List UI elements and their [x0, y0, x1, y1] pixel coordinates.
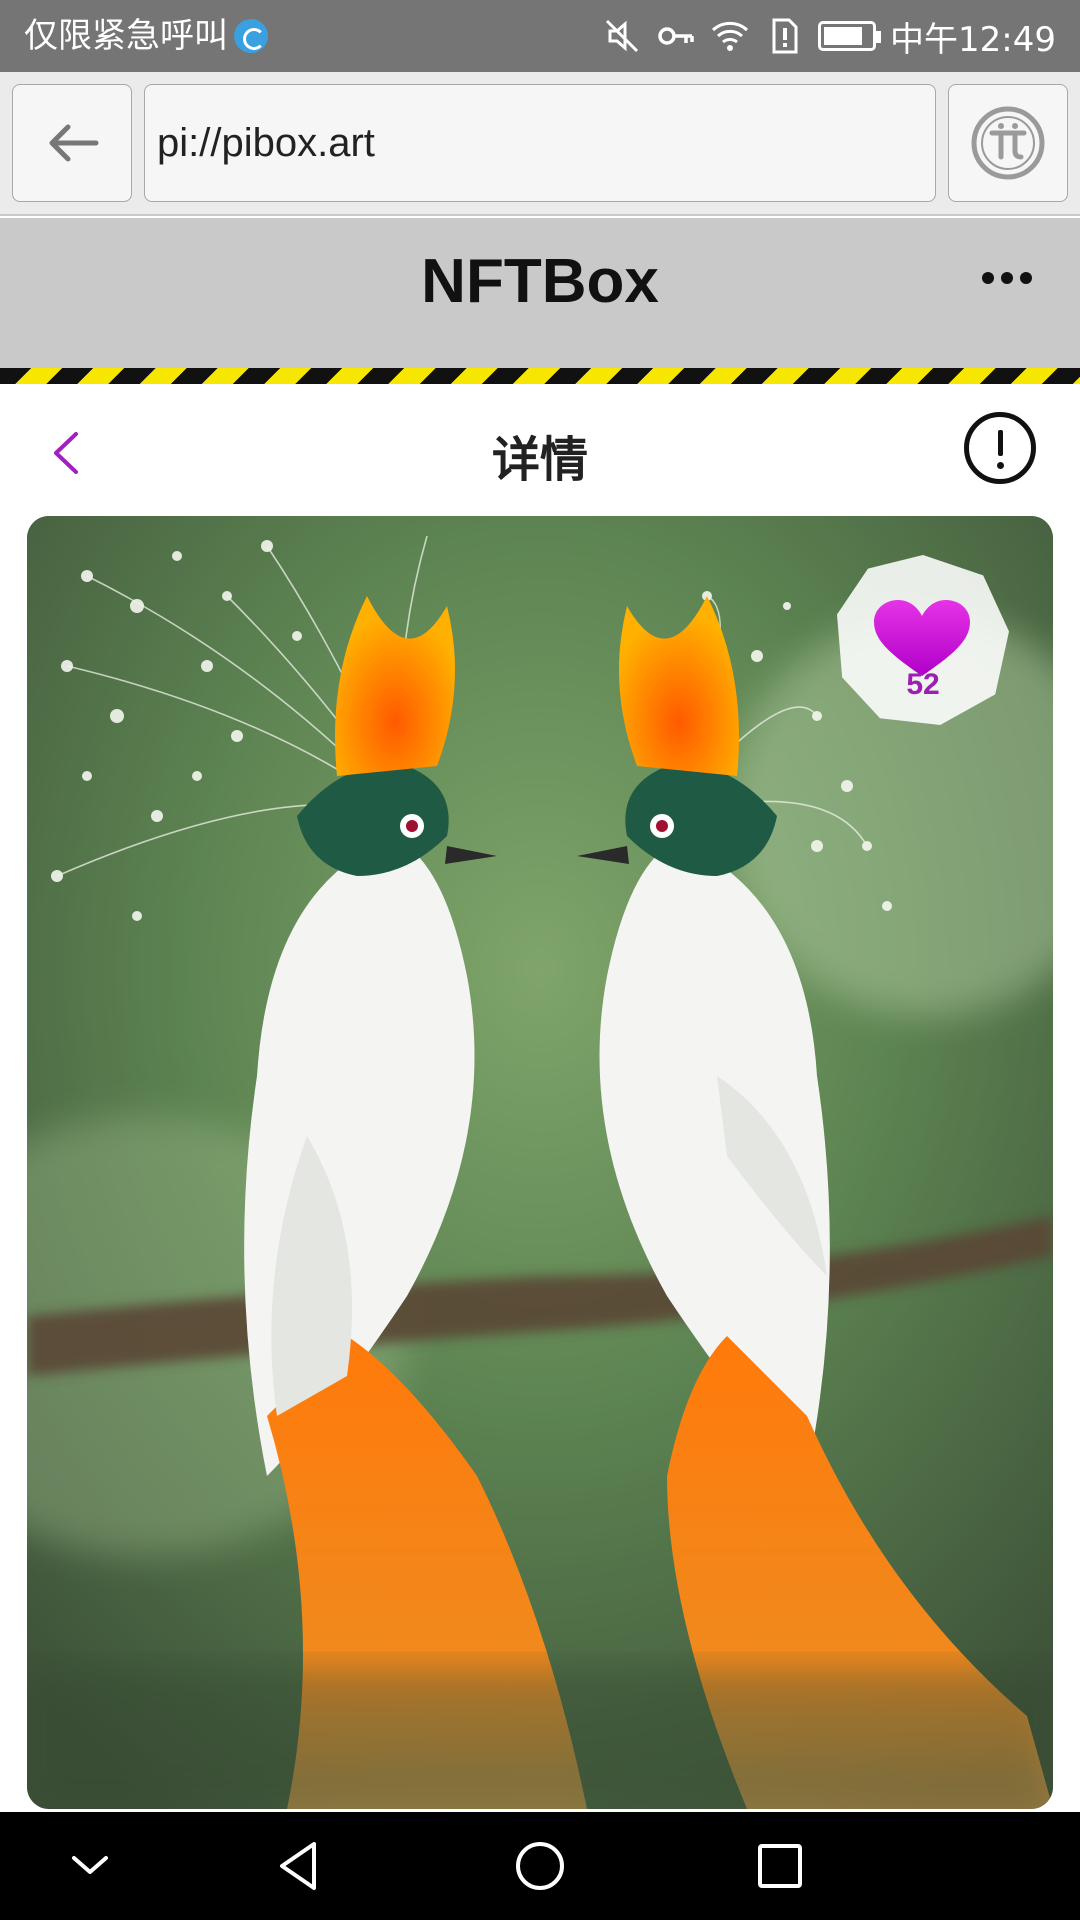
hazard-stripe-divider [0, 368, 1080, 384]
page-title: 详情 [491, 432, 588, 488]
url-field[interactable]: pi://pibox.art [144, 84, 936, 202]
sim-alert-icon [772, 18, 798, 54]
mute-icon [605, 19, 639, 53]
system-navigation-bar [0, 1812, 1080, 1920]
exclamation-circle-icon[interactable] [964, 412, 1036, 484]
pi-logo-icon [971, 106, 1045, 180]
browser-toolbar: pi://pibox.art [0, 72, 1080, 216]
app-notification-icon [234, 19, 268, 53]
app-header: NFTBox [0, 218, 1080, 368]
status-bar: 仅限紧急呼叫 中午12:49 [0, 0, 1080, 72]
key-icon [658, 27, 694, 45]
home-circle-icon[interactable] [510, 1836, 570, 1896]
wifi-icon [711, 21, 749, 51]
collapse-icon[interactable] [60, 1836, 120, 1896]
arrow-left-icon [49, 124, 99, 162]
status-left: 仅限紧急呼叫 [24, 14, 268, 58]
pi-browser-button[interactable] [948, 84, 1068, 202]
like-count: 52 [906, 668, 940, 701]
status-right: 中午12:49 [602, 12, 1056, 60]
emergency-only-text: 仅限紧急呼叫 [24, 16, 228, 56]
battery-icon [818, 21, 882, 51]
recents-square-icon[interactable] [750, 1836, 810, 1896]
back-triangle-icon[interactable] [270, 1836, 330, 1896]
more-dots-icon[interactable] [982, 272, 1032, 284]
app-title: NFTBox [421, 247, 659, 316]
browser-back-button[interactable] [12, 84, 132, 202]
status-time: 中午12:49 [890, 19, 1056, 60]
detail-header: 详情 [0, 384, 1080, 514]
